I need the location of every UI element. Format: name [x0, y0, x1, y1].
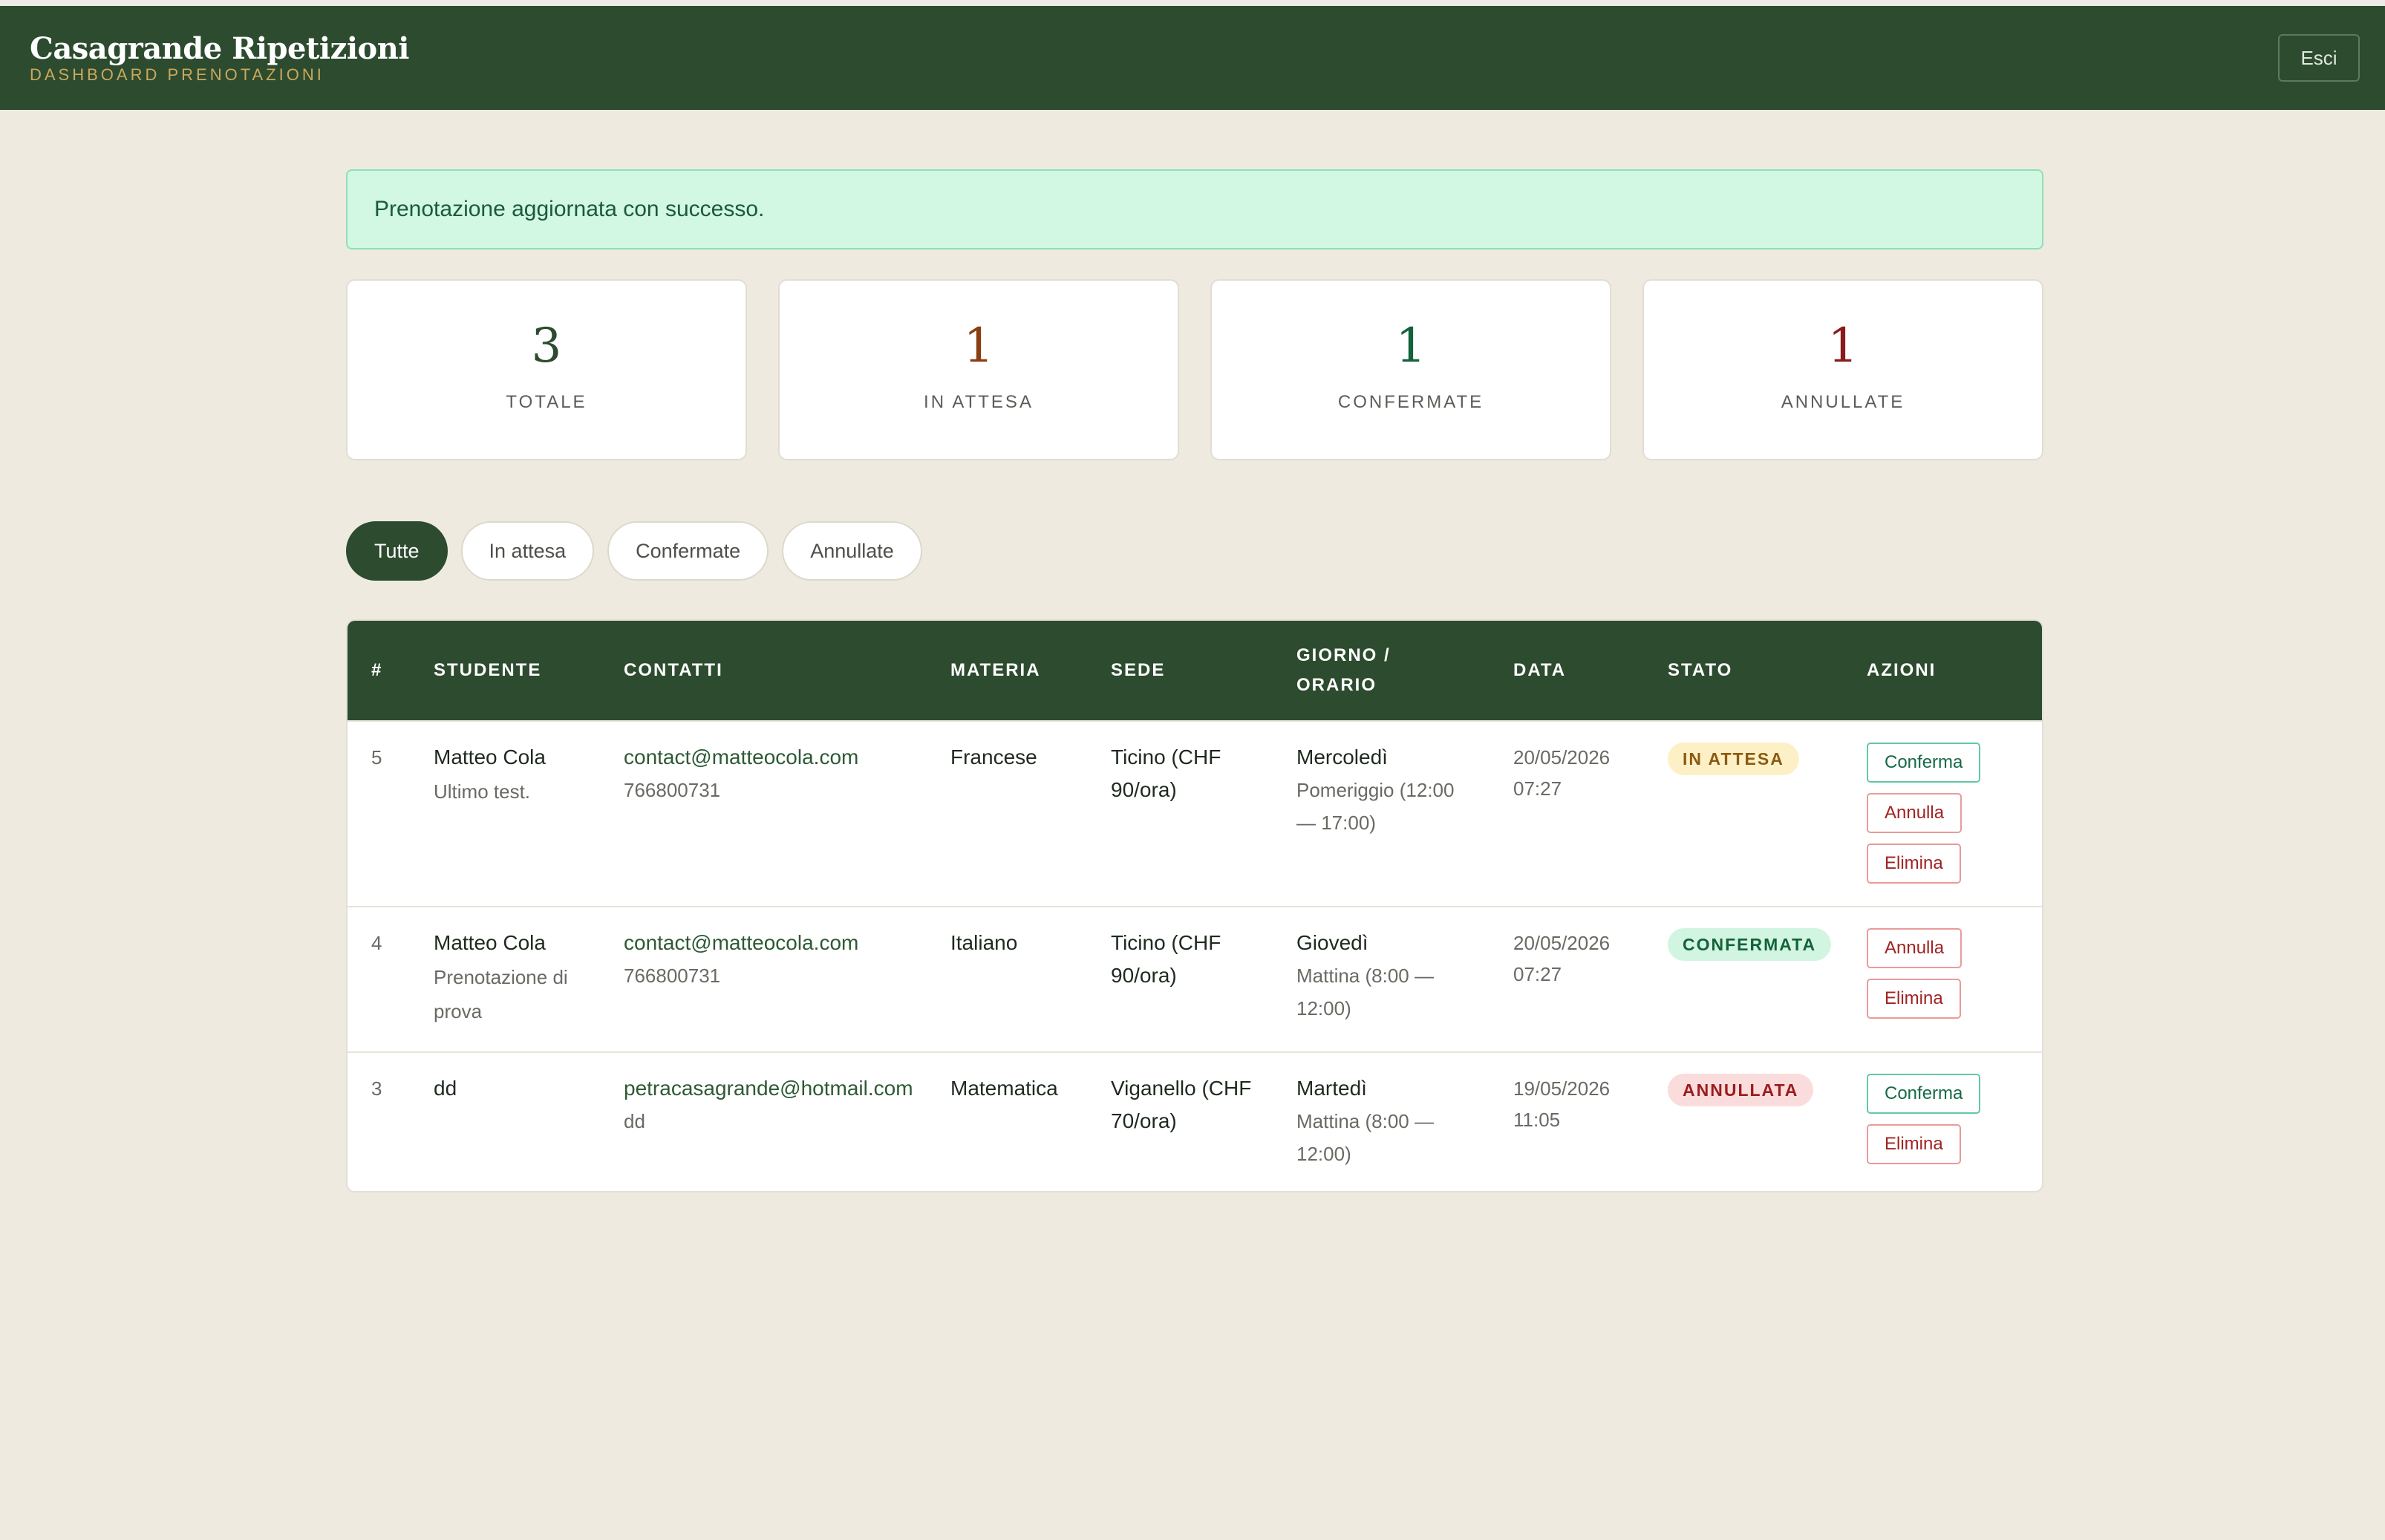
stat-label-cancelled: ANNULLATE — [1781, 392, 1905, 412]
delete-button[interactable]: Elimina — [1867, 844, 1961, 884]
col-day-time: GIORNO / ORARIO — [1296, 641, 1391, 700]
date-line2: 07:27 — [1513, 777, 1562, 800]
brand-subtitle: DASHBOARD PRENOTAZIONI — [30, 65, 324, 84]
location-line2: 70/ora) — [1111, 1109, 1177, 1132]
slot-line1: Mattina (8:00 — — [1296, 965, 1434, 987]
filter-pending[interactable]: In attesa — [460, 521, 595, 581]
slot-line2: 12:00) — [1296, 1143, 1351, 1165]
contact-email-link[interactable]: contact@matteocola.com — [624, 927, 858, 959]
date-line1: 20/05/2026 — [1513, 932, 1611, 954]
student-name: dd — [434, 1077, 457, 1100]
app-header: Casagrande Ripetizioni DASHBOARD PRENOTA… — [0, 6, 2385, 110]
table-header: # STUDENTE CONTATTI MATERIA SEDE GIORNO … — [348, 621, 2042, 720]
slot-line2: — 17:00) — [1296, 812, 1376, 834]
contact-phone: 766800731 — [624, 965, 721, 987]
stat-card-total: 3 TOTALE — [346, 279, 747, 460]
contact-email-link[interactable]: contact@matteocola.com — [624, 741, 858, 774]
confirm-button[interactable]: Conferma — [1867, 1074, 1981, 1114]
date-line1: 20/05/2026 — [1513, 746, 1611, 769]
delete-button[interactable]: Elimina — [1867, 979, 1961, 1019]
subject: Matematica — [950, 1077, 1058, 1100]
contact-phone: dd — [624, 1110, 645, 1132]
status-cell: ANNULLATA — [1668, 1074, 1814, 1106]
date-line2: 07:27 — [1513, 963, 1562, 985]
table-row: 5 Matteo Cola Ultimo test. contact@matte… — [348, 720, 2042, 906]
location-line1: Ticino (CHF — [1111, 745, 1221, 769]
student-note-line1: Prenotazione di — [434, 966, 568, 988]
col-contacts: CONTATTI — [624, 660, 723, 680]
contact-phone: 766800731 — [624, 779, 721, 801]
filter-tabs: Tutte In attesa Confermate Annullate — [346, 521, 2043, 581]
col-date: DATA — [1513, 660, 1567, 680]
cancel-button[interactable]: Annulla — [1867, 928, 1963, 968]
slot-line1: Pomeriggio (12:00 — [1296, 779, 1455, 801]
col-day-time-line1: GIORNO / — [1296, 645, 1391, 665]
status-badge: ANNULLATA — [1668, 1074, 1814, 1106]
location-line1: Ticino (CHF — [1111, 931, 1221, 954]
alert-message: Prenotazione aggiornata con successo. — [374, 197, 765, 221]
brand-title: Casagrande Ripetizioni — [30, 31, 409, 66]
location-line2: 90/ora) — [1111, 778, 1177, 801]
student-name: Matteo Cola — [434, 745, 546, 769]
success-alert: Prenotazione aggiornata con successo. — [346, 169, 2043, 249]
subject: Italiano — [950, 931, 1018, 954]
stat-value-total: 3 — [531, 319, 562, 373]
stat-value-confirmed: 1 — [1395, 319, 1426, 373]
status-cell: CONFERMATA — [1668, 928, 1832, 961]
confirm-button[interactable]: Conferma — [1867, 743, 1981, 783]
delete-button[interactable]: Elimina — [1867, 1124, 1961, 1164]
status-badge: IN ATTESA — [1668, 743, 1799, 775]
bookings-table: # STUDENTE CONTATTI MATERIA SEDE GIORNO … — [346, 619, 2043, 1192]
day: Martedì — [1296, 1077, 1367, 1100]
stats-row: 3 TOTALE 1 IN ATTESA 1 CONFERMATE 1 ANNU… — [346, 279, 2043, 460]
filter-confirmed[interactable]: Confermate — [607, 521, 769, 581]
student-note-line2: prova — [434, 1000, 483, 1022]
row-id: 3 — [371, 1077, 382, 1100]
status-badge: CONFERMATA — [1668, 928, 1832, 961]
table-row: 3 dd petracasagrande@hotmail.com dd Mate… — [348, 1051, 2042, 1191]
stat-value-pending: 1 — [963, 319, 994, 373]
student-name: Matteo Cola — [434, 931, 546, 954]
location-line1: Viganello (CHF — [1111, 1077, 1252, 1100]
col-actions: AZIONI — [1867, 660, 1937, 680]
student-note: Ultimo test. — [434, 780, 531, 803]
filter-all[interactable]: Tutte — [346, 521, 448, 581]
stat-value-cancelled: 1 — [1827, 319, 1859, 373]
day: Mercoledì — [1296, 745, 1388, 769]
stat-label-pending: IN ATTESA — [924, 392, 1034, 412]
status-cell: IN ATTESA — [1668, 743, 1799, 775]
filter-cancelled[interactable]: Annullate — [782, 521, 922, 581]
col-student: STUDENTE — [434, 660, 542, 680]
row-id: 4 — [371, 932, 382, 954]
table-row: 4 Matteo Cola Prenotazione di prova cont… — [348, 906, 2042, 1051]
col-location: SEDE — [1111, 660, 1166, 680]
col-status: STATO — [1668, 660, 1733, 680]
slot-line2: 12:00) — [1296, 997, 1351, 1019]
date-line2: 11:05 — [1513, 1109, 1561, 1131]
contact-email-link[interactable]: petracasagrande@hotmail.com — [624, 1072, 913, 1105]
col-day-time-line2: ORARIO — [1296, 675, 1377, 695]
stat-card-confirmed: 1 CONFERMATE — [1210, 279, 1611, 460]
stat-label-confirmed: CONFERMATE — [1337, 392, 1484, 412]
stat-card-cancelled: 1 ANNULLATE — [1642, 279, 2043, 460]
cancel-button[interactable]: Annulla — [1867, 793, 1963, 833]
main-content: Prenotazione aggiornata con successo. 3 … — [346, 169, 2043, 1192]
col-id: # — [371, 660, 383, 680]
logout-button[interactable]: Esci — [2278, 34, 2360, 82]
window-top-strip — [0, 0, 2385, 6]
slot-line1: Mattina (8:00 — — [1296, 1110, 1434, 1132]
col-subject: MATERIA — [950, 660, 1041, 680]
location-line2: 90/ora) — [1111, 964, 1177, 987]
row-id: 5 — [371, 746, 382, 769]
stat-card-pending: 1 IN ATTESA — [778, 279, 1179, 460]
stat-label-total: TOTALE — [506, 392, 587, 412]
date-line1: 19/05/2026 — [1513, 1077, 1611, 1100]
subject: Francese — [950, 745, 1037, 769]
day: Giovedì — [1296, 931, 1368, 954]
